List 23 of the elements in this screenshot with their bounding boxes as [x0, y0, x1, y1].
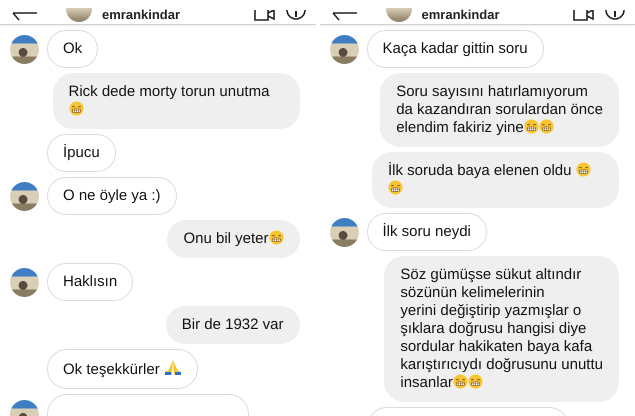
- message-bubble: Rick dede morty torun unutma: [52, 73, 300, 129]
- message-bubble: Söz gümüşse sükut altındır sözünün kelimelerinin yerini değiştirip yazmışlar o şıklara doğrusu hangisi diye sordular hakikaten baya kafa karıştırıcıydı doğrusunu unuttu insanlar: [384, 256, 619, 402]
- message-bubble: Soru sayısını hatırlamıyorum da kazandıran sorulardan önce elendim fakiriz yine: [380, 73, 619, 147]
- avatar-photo: [66, 8, 92, 22]
- video-camera-icon[interactable]: [254, 10, 276, 22]
- message-bubble: Kaça kadar gittin soru: [366, 30, 544, 68]
- message-bubble: Ok: [47, 30, 98, 68]
- username: emrankindar: [422, 8, 501, 22]
- avatar-photo: [386, 8, 412, 22]
- back-arrow-icon[interactable]: [332, 12, 358, 22]
- video-camera-icon[interactable]: [573, 10, 595, 22]
- message-bubble: İlk soru neydi: [366, 213, 487, 251]
- info-icon[interactable]: [286, 10, 306, 22]
- message-bubble: Haklısın: [47, 263, 134, 301]
- username: emrankindar: [102, 8, 182, 22]
- back-arrow-icon[interactable]: [12, 12, 38, 22]
- message-bubble: O ne öyle ya :): [47, 177, 177, 215]
- message-bubble: İpucu: [47, 134, 116, 172]
- message-bubble: Ok teşekkürler: [47, 349, 198, 389]
- message-bubble: Onu bil yeter: [167, 220, 300, 258]
- message-bubble: İlk soruda baya elenen oldu: [372, 152, 619, 208]
- info-icon[interactable]: [605, 10, 625, 22]
- message-bubble: Bir de 1932 var: [166, 306, 300, 344]
